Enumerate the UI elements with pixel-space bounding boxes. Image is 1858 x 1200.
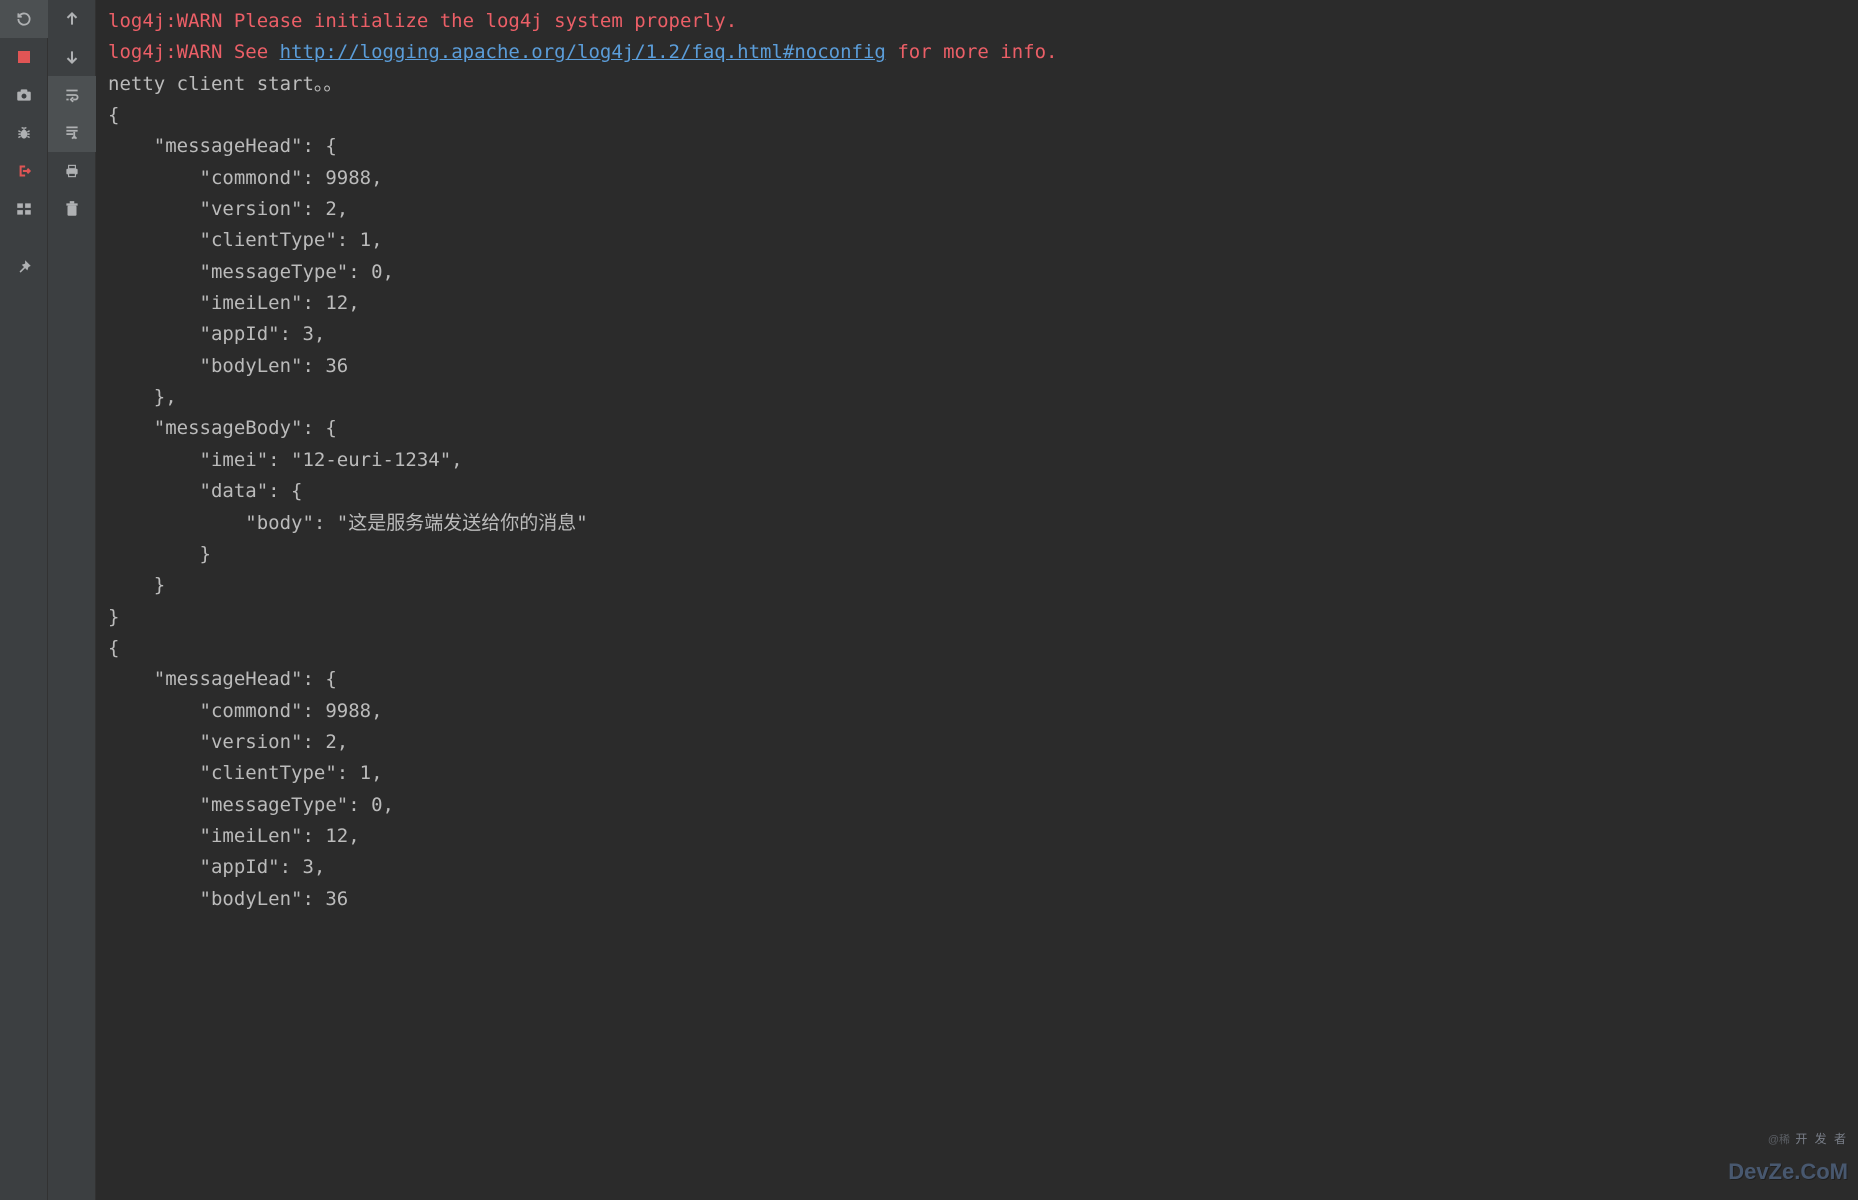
log-line: "messageBody": { [108,413,1846,444]
log-line: "version": 2, [108,727,1846,758]
log-line: "imeiLen": 12, [108,821,1846,852]
log-line: "appId": 3, [108,319,1846,350]
log-line: "appId": 3, [108,852,1846,883]
log-warn-line: log4j:WARN Please initialize the log4j s… [108,6,1846,37]
log-line: "messageHead": { [108,664,1846,695]
log-warn-line: log4j:WARN See http://logging.apache.org… [108,37,1846,68]
layout-button[interactable] [0,190,48,228]
camera-button[interactable] [0,76,48,114]
log-link[interactable]: http://logging.apache.org/log4j/1.2/faq.… [280,41,886,63]
print-button[interactable] [48,152,96,190]
trash-button[interactable] [48,190,96,228]
log-line: "commond": 9988, [108,696,1846,727]
log-line: "messageHead": { [108,131,1846,162]
log-line: "data": { [108,476,1846,507]
log-line: "messageType": 0, [108,257,1846,288]
stop-button[interactable] [0,38,48,76]
log-line: "bodyLen": 36 [108,351,1846,382]
scroll-to-end-button[interactable] [48,114,96,152]
log-line: "body": "这是服务端发送给你的消息" [108,508,1846,539]
log-line: "clientType": 1, [108,225,1846,256]
log-line: "clientType": 1, [108,758,1846,789]
run-toolbar-left [0,0,48,1200]
log-line: "messageType": 0, [108,790,1846,821]
down-button[interactable] [48,38,96,76]
exit-button[interactable] [0,152,48,190]
debug-button[interactable] [0,114,48,152]
log-line: "imei": "12-euri-1234", [108,445,1846,476]
pin-button[interactable] [0,248,48,286]
log-line: { [108,100,1846,131]
up-button[interactable] [48,0,96,38]
stop-icon [18,51,30,63]
console-output[interactable]: log4j:WARN Please initialize the log4j s… [96,0,1858,1200]
run-toolbar-secondary [48,0,96,1200]
rerun-button[interactable] [0,0,48,38]
log-line: "version": 2, [108,194,1846,225]
log-line: } [108,570,1846,601]
log-line: netty client start。。 [108,69,1846,100]
log-line: "imeiLen": 12, [108,288,1846,319]
log-line: "bodyLen": 36 [108,884,1846,915]
watermark: @稀 开 发 者 DevZe.CoM [1728,1122,1848,1190]
log-line: } [108,602,1846,633]
log-line: { [108,633,1846,664]
log-line: }, [108,382,1846,413]
log-line: } [108,539,1846,570]
log-line: "commond": 9988, [108,163,1846,194]
soft-wrap-button[interactable] [48,76,96,114]
